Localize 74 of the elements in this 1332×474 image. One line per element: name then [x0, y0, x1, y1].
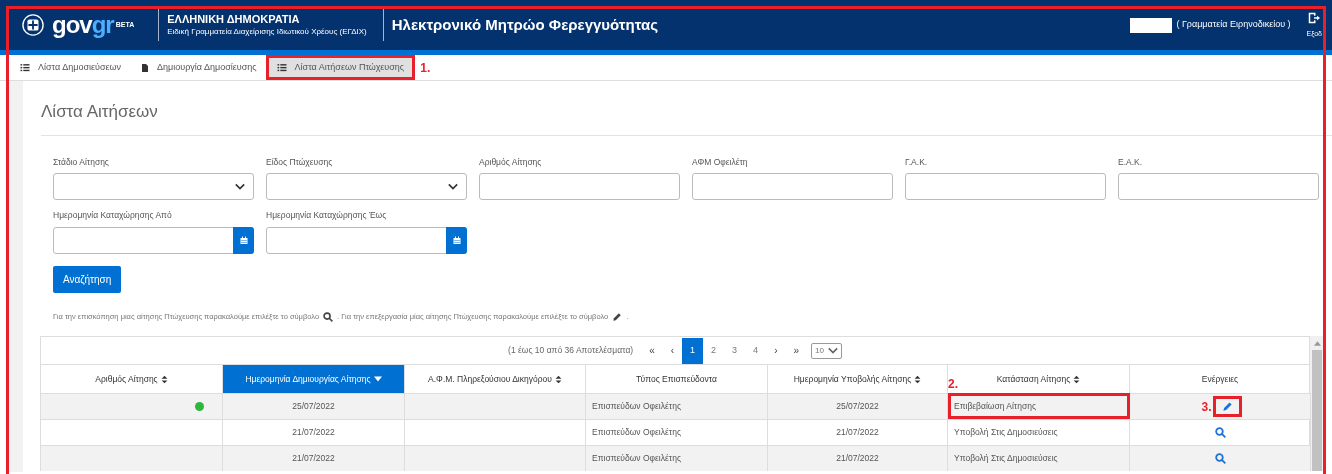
list-icon — [276, 63, 287, 72]
page-button[interactable]: 4 — [745, 337, 767, 364]
logo-text: gr — [91, 10, 114, 40]
table-cell: 25/07/2022 — [768, 393, 948, 420]
file-icon — [141, 62, 149, 73]
nav-tab[interactable]: Λίστα Αιτήσεων Πτώχευσης — [268, 57, 413, 78]
field-label: Ε.Α.Κ. — [1118, 155, 1144, 169]
page-button[interactable]: 1 — [682, 337, 704, 364]
calendar-button[interactable] — [446, 227, 467, 254]
table-cell: Επισπεύδων Οφειλέτης — [586, 445, 768, 472]
org-subtitle: Ειδική Γραμματεία Διαχείρισης Ιδιωτικού Χρέους (ΕΓΔΙΧ) — [167, 26, 367, 37]
chevron-icon — [448, 183, 458, 191]
user-role: ( Γραμματεία Ειρηνοδικείου ) — [1176, 18, 1291, 32]
org-title: ΕΛΛΗΝΙΚΗ ΔΗΜΟΚΡΑΤΙΑ — [167, 13, 301, 26]
sort-icon — [554, 374, 562, 384]
app-title: Ηλεκτρονικό Μητρώο Φερεγγυότητας — [391, 14, 658, 35]
prev-page-button[interactable]: ‹ — [662, 337, 683, 364]
date-field[interactable] — [266, 227, 467, 254]
scrollbar-thumb[interactable] — [1312, 350, 1322, 472]
sort-icon — [1073, 374, 1081, 384]
results-summary: (1 έως 10 από 36 Αποτελέσματα) — [508, 344, 634, 358]
list-icon — [20, 63, 30, 72]
emblem-icon — [22, 14, 44, 36]
field-label: Στάδιο Αίτησης — [53, 155, 110, 169]
chevron-icon — [235, 183, 245, 191]
input-field[interactable] — [905, 173, 1106, 201]
table-cell: 21/07/2022 — [768, 445, 948, 472]
column-header[interactable]: Ημερομηνία Δημιουργίας Αίτησης — [223, 364, 405, 394]
dropdown-field[interactable] — [53, 173, 254, 201]
dropdown-field[interactable] — [266, 173, 467, 201]
nav-tab[interactable]: Λίστα Δημοσιεύσεων — [12, 57, 129, 78]
chevron-icon — [827, 347, 838, 355]
calendar-icon — [452, 236, 461, 245]
search-icon — [1214, 427, 1226, 439]
pencil-icon — [612, 311, 623, 322]
page-size-select[interactable]: 10 — [811, 342, 842, 359]
step-number: 1. — [420, 59, 431, 77]
table-cell: 21/07/2022 — [223, 445, 405, 472]
next-page-button[interactable]: › — [766, 337, 786, 364]
page-title: Λίστα Αιτήσεων — [41, 102, 158, 121]
search-button[interactable]: Αναζήτηση — [53, 266, 122, 293]
field-label: Ημερομηνία Καταχώρησης Έως — [266, 209, 388, 222]
calendar-button[interactable] — [233, 227, 254, 254]
nav-tab[interactable]: Δημιουργία Δημοσίευσης — [133, 57, 265, 78]
table-cell: Επισπεύδων Οφειλέτης — [586, 393, 768, 420]
step-number: 3. — [1201, 398, 1212, 416]
calendar-icon — [239, 236, 248, 245]
page-button[interactable]: 2 — [703, 337, 725, 364]
redaction-block — [1130, 17, 1173, 33]
input-field[interactable] — [692, 173, 893, 201]
first-page-button[interactable]: « — [641, 337, 663, 364]
sort-icon — [914, 374, 922, 384]
step-number: 2. — [948, 377, 958, 392]
last-page-button[interactable]: » — [785, 337, 808, 364]
logout-icon — [1308, 10, 1321, 25]
search-icon — [1214, 453, 1226, 465]
field-label: ΑΦΜ Οφειλέτη — [692, 155, 749, 169]
field-label: Ημερομηνία Καταχώρησης Από — [53, 209, 173, 222]
field-label: Είδος Πτώχευσης — [266, 155, 334, 169]
pencil-icon — [1221, 401, 1233, 413]
scroll-up-icon — [1313, 341, 1321, 347]
logo-text: gov — [52, 10, 92, 40]
table-cell: Υποβολή Στις Δημοσιεύσεις — [948, 445, 1130, 472]
input-field[interactable] — [479, 173, 680, 201]
field-label: Αριθμός Αίτησης — [479, 155, 543, 169]
table-cell: 25/07/2022 — [223, 393, 405, 420]
search-icon — [323, 311, 334, 322]
input-field[interactable] — [1118, 173, 1319, 201]
date-field[interactable] — [53, 227, 254, 254]
page-button[interactable]: 3 — [724, 337, 746, 364]
field-label: Γ.Α.Κ. — [905, 155, 929, 169]
sort-icon — [160, 374, 168, 384]
edit-button[interactable] — [1215, 399, 1239, 415]
sort-down-icon — [373, 376, 382, 383]
